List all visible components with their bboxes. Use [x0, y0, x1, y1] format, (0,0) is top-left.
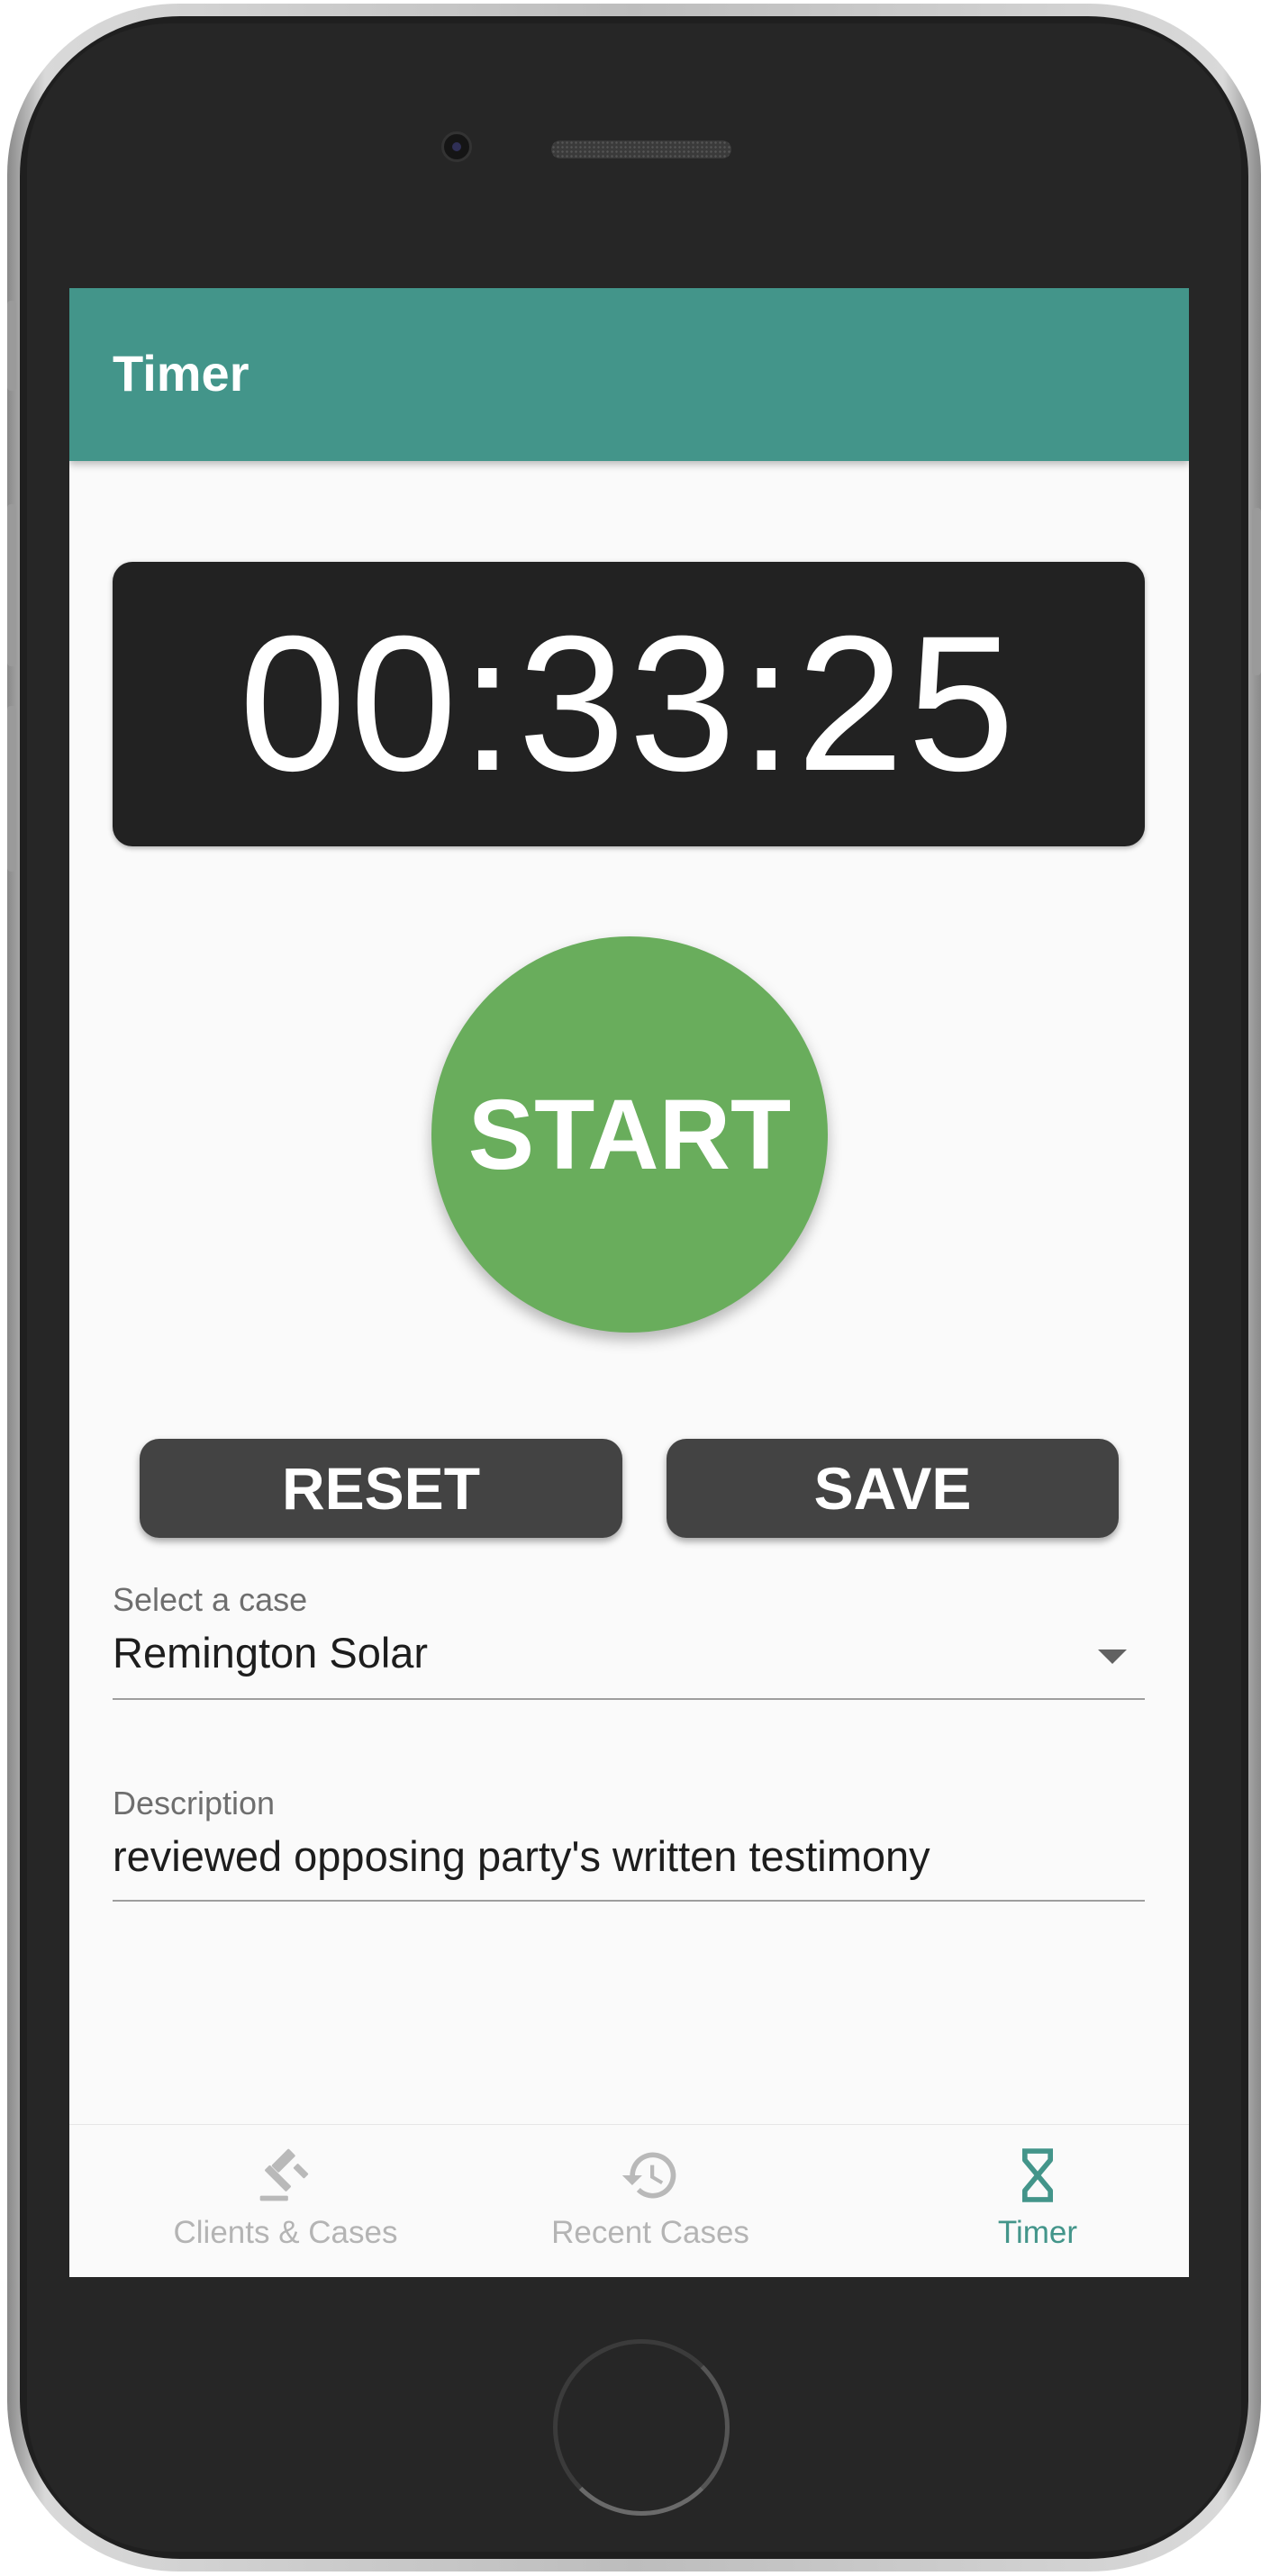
page-title: Timer [113, 345, 249, 402]
case-select-value[interactable]: Remington Solar [113, 1628, 428, 1677]
app-screen: Timer 00:33:25 START RESET SAVE Select a… [69, 288, 1189, 2277]
dropdown-arrow-icon[interactable] [1098, 1650, 1127, 1664]
case-select[interactable]: Select a case Remington Solar [113, 1581, 1145, 1700]
reset-button[interactable]: RESET [140, 1439, 622, 1538]
volume-down-button [7, 706, 16, 872]
description-input[interactable]: reviewed opposing party's written testim… [113, 1831, 930, 1881]
description-label: Description [113, 1785, 276, 1821]
nav-item-recent-cases[interactable]: Recent Cases [524, 2125, 776, 2277]
bottom-navigation: Clients & Cases Recent Cases Timer [69, 2124, 1189, 2277]
hourglass-icon [1022, 2148, 1053, 2202]
nav-item-clients-cases[interactable]: Clients & Cases [159, 2125, 412, 2277]
timer-display: 00:33:25 [113, 562, 1145, 846]
timer-value: 00:33:25 [239, 596, 1019, 811]
case-select-label: Select a case [113, 1581, 308, 1618]
history-icon [621, 2152, 676, 2199]
power-button [1252, 508, 1261, 675]
earpiece-speaker [551, 140, 731, 158]
nav-label-recent-cases: Recent Cases [551, 2215, 749, 2250]
home-button[interactable] [553, 2339, 730, 2516]
volume-up-button [7, 504, 16, 666]
gavel-icon [259, 2148, 309, 2201]
mute-switch [7, 301, 16, 391]
front-camera [441, 131, 472, 162]
nav-label-clients-cases: Clients & Cases [173, 2215, 398, 2250]
nav-item-timer[interactable]: Timer [912, 2125, 1164, 2277]
start-button[interactable]: START [431, 936, 828, 1333]
nav-label-timer: Timer [997, 2215, 1078, 2250]
app-bar: Timer [69, 288, 1189, 461]
save-button[interactable]: SAVE [667, 1439, 1119, 1538]
description-field[interactable]: Description reviewed opposing party's wr… [113, 1785, 1145, 1902]
